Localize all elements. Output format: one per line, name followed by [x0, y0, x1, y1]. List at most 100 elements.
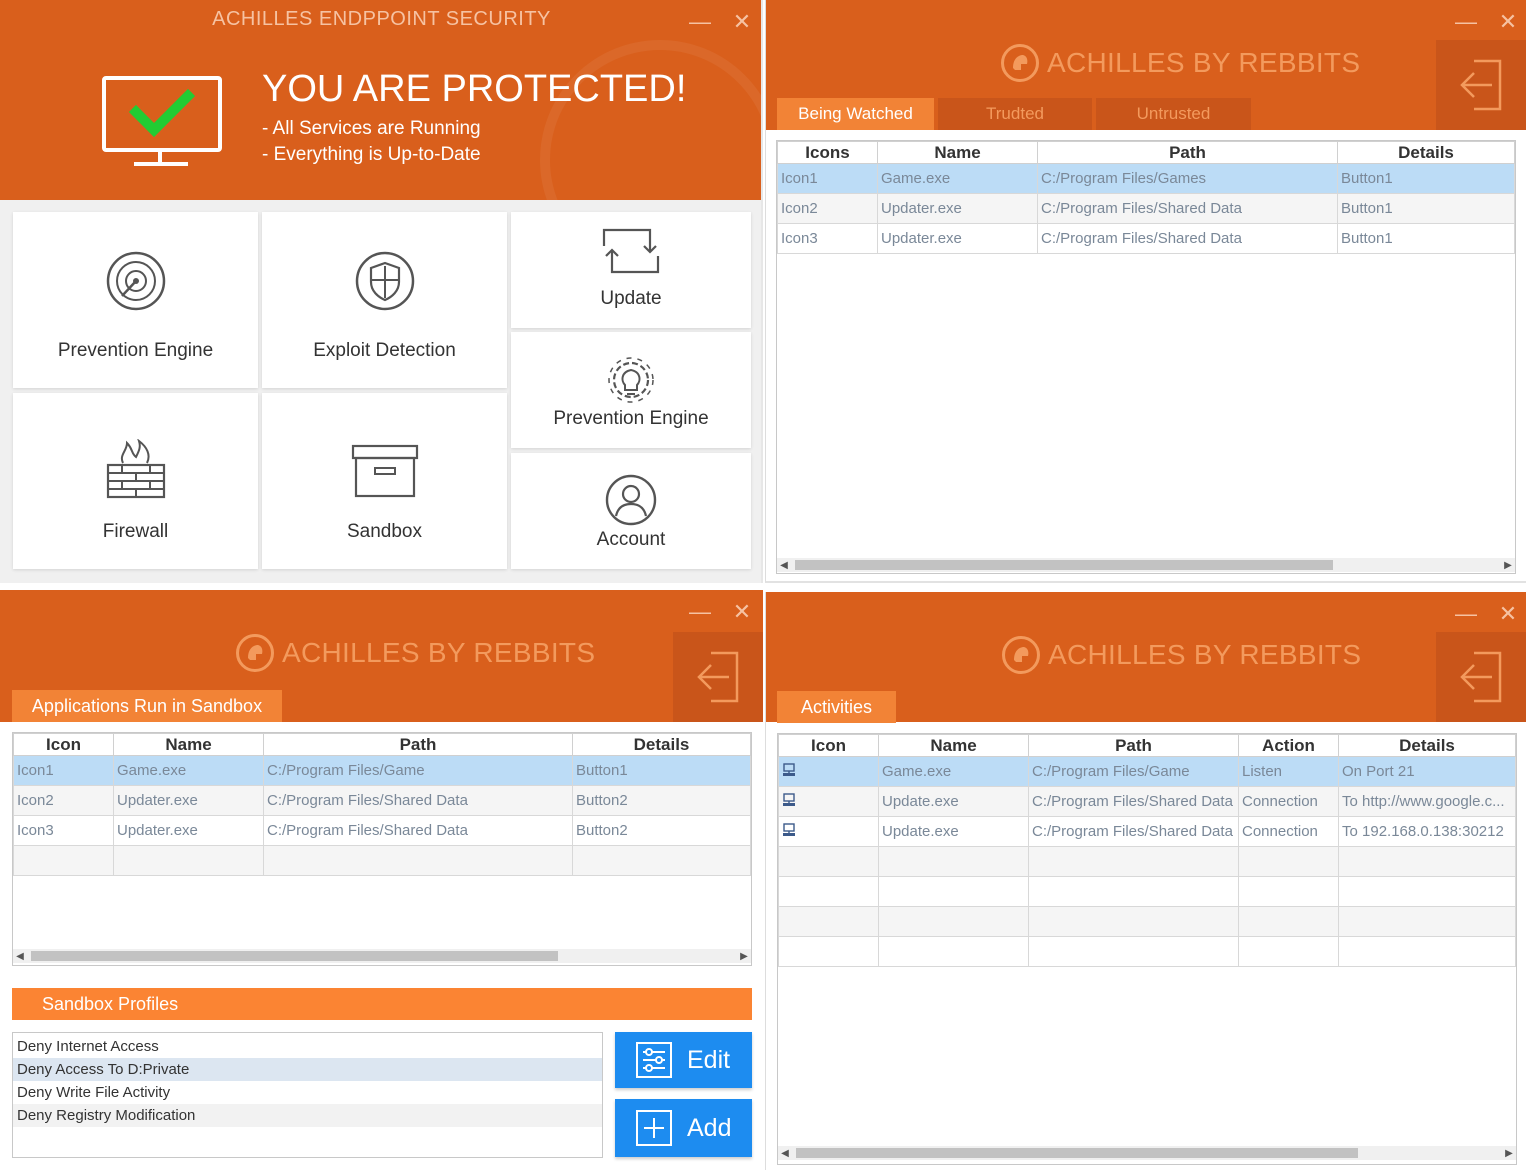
minimize-icon[interactable]: — [688, 599, 712, 624]
scroll-thumb[interactable] [795, 560, 1333, 570]
details-button[interactable]: Button1 [572, 755, 751, 786]
cell [878, 906, 1029, 937]
scroll-right-icon[interactable]: ▶ [737, 949, 751, 963]
table-row[interactable]: Update.exe C:/Program Files/Shared Data … [778, 816, 1516, 847]
minimize-icon[interactable]: — [1454, 601, 1478, 626]
cell [1338, 876, 1516, 907]
table-row[interactable]: Icon3 Updater.exe C:/Program Files/Share… [13, 815, 751, 846]
table-row[interactable] [13, 845, 751, 876]
details-button[interactable]: Button1 [1337, 223, 1515, 254]
status-line: - Everything is Up-to-Date [262, 144, 481, 165]
exit-icon [697, 651, 739, 703]
table-row[interactable] [778, 906, 1516, 937]
cell [1028, 846, 1239, 877]
minimize-icon[interactable]: — [688, 9, 712, 34]
tile-update[interactable]: Update [511, 212, 751, 328]
cell: Update.exe [878, 816, 1029, 847]
minimize-icon[interactable]: — [1454, 9, 1478, 34]
column-header[interactable]: Icon [778, 734, 879, 757]
column-header[interactable]: Path [263, 733, 573, 756]
scroll-left-icon[interactable]: ◀ [777, 558, 791, 572]
scroll-thumb[interactable] [796, 1148, 1358, 1158]
cell [1028, 936, 1239, 967]
table-row[interactable]: Icon2 Updater.exe C:/Program Files/Share… [13, 785, 751, 816]
tile-account[interactable]: Account [511, 453, 751, 569]
brand: ACHILLES BY REBBITS [1002, 636, 1361, 674]
table-row[interactable] [778, 876, 1516, 907]
scroll-thumb[interactable] [31, 951, 558, 961]
column-header[interactable]: Icons [777, 141, 878, 164]
column-header[interactable]: Name [113, 733, 264, 756]
app-title: ACHILLES ENDPPOINT SECURITY [212, 8, 551, 30]
details-button[interactable]: Button2 [572, 785, 751, 816]
scroll-left-icon[interactable]: ◀ [13, 949, 27, 963]
column-header[interactable]: Name [878, 734, 1029, 757]
edit-button[interactable]: Edit [615, 1032, 752, 1088]
details-button[interactable]: Button1 [1337, 193, 1515, 224]
list-item[interactable]: Deny Access To D:Private [13, 1058, 602, 1081]
tile-label: Update [600, 288, 662, 309]
horizontal-scrollbar[interactable]: ◀ ▶ [13, 949, 751, 963]
details-button[interactable]: Button2 [572, 815, 751, 846]
close-icon[interactable]: ✕ [1496, 9, 1520, 34]
cell: Connection [1238, 786, 1339, 817]
tab-trusted[interactable]: Trudted [938, 98, 1092, 130]
add-button[interactable]: Add [615, 1099, 752, 1157]
tile-firewall[interactable]: Firewall [13, 393, 258, 569]
column-header[interactable]: Action [1238, 734, 1339, 757]
cell [113, 845, 264, 876]
list-item[interactable]: Deny Write File Activity [13, 1081, 602, 1104]
tile-prevention-engine[interactable]: Prevention Engine [13, 212, 258, 388]
window-controls: — ✕ [1454, 601, 1520, 626]
exit-button[interactable] [1436, 632, 1526, 722]
radar-icon [106, 251, 165, 311]
horizontal-scrollbar[interactable]: ◀ ▶ [777, 558, 1515, 572]
table-row[interactable] [778, 846, 1516, 877]
list-item[interactable]: Deny Internet Access [13, 1035, 602, 1058]
horizontal-scrollbar[interactable]: ◀ ▶ [778, 1146, 1516, 1160]
tile-exploit-detection[interactable]: Exploit Detection [262, 212, 507, 388]
tile-prevention-engine-settings[interactable]: Prevention Engine [511, 332, 751, 448]
table-row[interactable]: Icon2 Updater.exe C:/Program Files/Share… [777, 193, 1515, 224]
details-button[interactable]: Button1 [1337, 163, 1515, 194]
cell: C:/Program Files/Shared Data [263, 785, 573, 816]
activities-table: Icon Name Path Action Details Game.exe C… [778, 734, 1516, 967]
cell: Game.exe [878, 756, 1029, 787]
cell: C:/Program Files/Shared Data [1028, 816, 1239, 847]
list-item[interactable]: Deny Registry Modification [13, 1104, 602, 1127]
close-icon[interactable]: ✕ [730, 9, 754, 34]
table-row[interactable]: Icon3 Updater.exe C:/Program Files/Share… [777, 223, 1515, 254]
exit-button[interactable] [1436, 40, 1526, 130]
tab-applications-run-in-sandbox[interactable]: Applications Run in Sandbox [12, 690, 282, 722]
scroll-left-icon[interactable]: ◀ [778, 1146, 792, 1160]
network-icon [778, 816, 879, 847]
column-header[interactable]: Details [572, 733, 751, 756]
table-row[interactable]: Update.exe C:/Program Files/Shared Data … [778, 786, 1516, 817]
table-row[interactable]: Game.exe C:/Program Files/Game Listen On… [778, 756, 1516, 787]
column-header[interactable]: Path [1028, 734, 1239, 757]
table-row[interactable]: Icon1 Game.exe C:/Program Files/Game But… [13, 755, 751, 786]
column-header[interactable]: Details [1337, 141, 1515, 164]
table-row[interactable]: Icon1 Game.exe C:/Program Files/Games Bu… [777, 163, 1515, 194]
tile-sandbox[interactable]: Sandbox [262, 393, 507, 569]
column-header[interactable]: Path [1037, 141, 1338, 164]
scroll-right-icon[interactable]: ▶ [1501, 558, 1515, 572]
cell: Icon2 [777, 193, 878, 224]
close-icon[interactable]: ✕ [730, 599, 754, 624]
tile-label: Exploit Detection [313, 340, 456, 361]
brand-name: ACHILLES BY REBBITS [1047, 47, 1361, 78]
column-header[interactable]: Name [877, 141, 1038, 164]
scroll-right-icon[interactable]: ▶ [1502, 1146, 1516, 1160]
cell: C:/Program Files/Shared Data [1028, 786, 1239, 817]
cell [1028, 906, 1239, 937]
column-header[interactable]: Details [1338, 734, 1516, 757]
tab-activities[interactable]: Activities [777, 691, 896, 723]
tab-being-watched[interactable]: Being Watched [777, 98, 934, 130]
exit-button[interactable] [673, 632, 763, 722]
cell: C:/Program Files/Shared Data [1037, 193, 1338, 224]
tile-label: Prevention Engine [553, 408, 709, 429]
tab-untrusted[interactable]: Untrusted [1096, 98, 1251, 130]
column-header[interactable]: Icon [13, 733, 114, 756]
close-icon[interactable]: ✕ [1496, 601, 1520, 626]
table-row[interactable] [778, 936, 1516, 967]
